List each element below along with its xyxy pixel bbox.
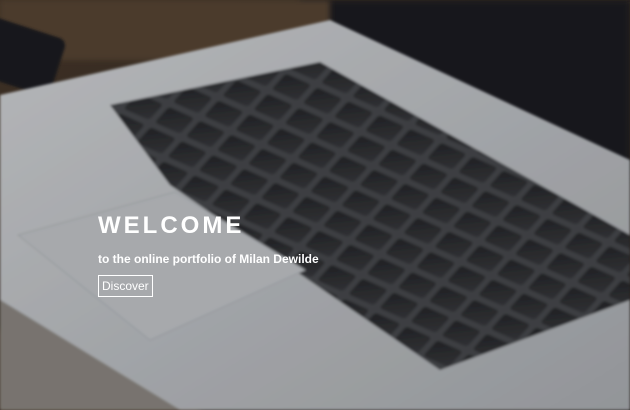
- hero-content: WELCOME to the online portfolio of Milan…: [98, 212, 319, 297]
- portfolio-subtitle: to the online portfolio of Milan Dewilde: [98, 252, 319, 266]
- hero-section: WELCOME to the online portfolio of Milan…: [0, 0, 630, 410]
- background-overlay: [0, 0, 630, 410]
- discover-button[interactable]: Discover: [98, 275, 153, 297]
- welcome-title: WELCOME: [98, 212, 245, 239]
